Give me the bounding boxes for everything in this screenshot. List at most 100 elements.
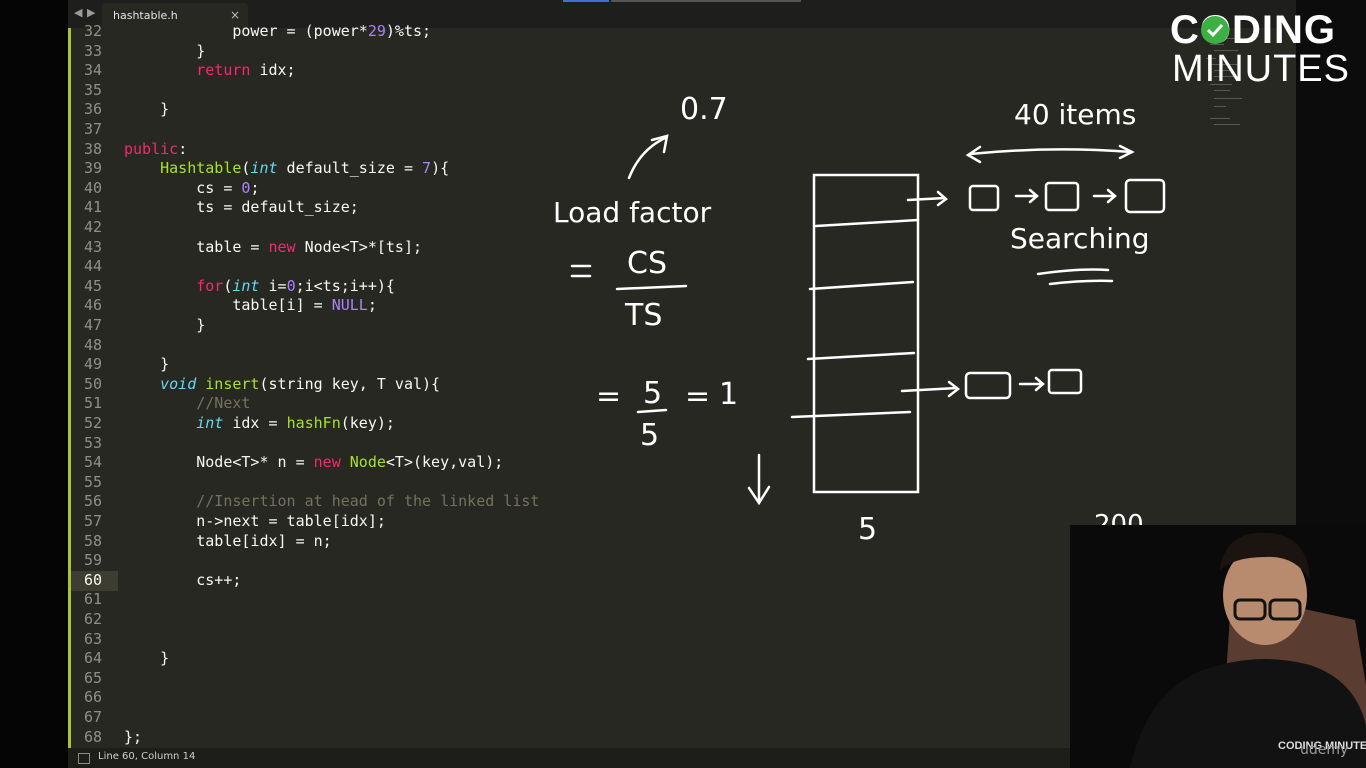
code-line[interactable]: cs = 0; xyxy=(124,179,259,199)
equals-sign: = xyxy=(685,379,711,414)
logo-check-icon xyxy=(1201,16,1229,44)
presenter-video: CODING MINUTES xyxy=(1070,525,1366,768)
code-line[interactable]: //Insertion at head of the linked list xyxy=(124,492,539,512)
code-token: n->next = table[idx]; xyxy=(124,512,386,530)
code-line[interactable]: } xyxy=(124,42,205,62)
code-line[interactable]: table = new Node<T>*[ts]; xyxy=(124,238,422,258)
code-line[interactable]: for(int i=0;i<ts;i++){ xyxy=(124,277,395,297)
code-line[interactable]: cs++; xyxy=(124,571,241,591)
code-token: int xyxy=(196,414,224,432)
code-token: int xyxy=(250,159,278,178)
code-token: (string key, T val){ xyxy=(259,374,441,393)
code-line[interactable]: } xyxy=(124,355,169,375)
code-line[interactable]: table[i] = NULL; xyxy=(124,296,377,316)
line-number: 47 xyxy=(83,316,102,334)
code-token: Node<T>*[ts]; xyxy=(295,237,423,256)
denominator: 5 xyxy=(640,418,660,453)
logo-text-bottom: MINUTES xyxy=(1172,48,1350,90)
code-token: table[idx] = n; xyxy=(124,531,332,550)
code-token: ts = default_size; xyxy=(124,198,359,217)
line-number: 32 xyxy=(83,22,102,40)
line-number: 38 xyxy=(83,139,102,158)
code-line[interactable]: int idx = hashFn(key); xyxy=(124,414,395,434)
code-token: table = xyxy=(124,237,269,256)
code-token: )%ts; xyxy=(385,22,432,40)
code-token: //Insertion at head of the linked list xyxy=(124,492,540,511)
searching-label: Searching xyxy=(1010,222,1150,255)
code-token: int xyxy=(232,276,260,295)
line-number: 65 xyxy=(83,668,102,687)
code-line[interactable]: } xyxy=(124,100,169,120)
line-number: 42 xyxy=(83,218,102,236)
code-token: default_size = xyxy=(277,159,423,178)
ts-label: TS xyxy=(625,298,663,333)
code-token: void xyxy=(160,374,197,393)
line-number: 35 xyxy=(83,80,102,99)
line-number: 59 xyxy=(83,551,102,570)
line-number: 43 xyxy=(83,237,102,256)
code-token: } xyxy=(124,649,170,668)
line-number: 67 xyxy=(83,708,102,726)
result-value: 1 xyxy=(719,377,739,412)
code-line[interactable]: Node<T>* n = new Node<T>(key,val); xyxy=(124,453,503,473)
back-arrow-icon[interactable]: ◀ xyxy=(74,6,82,19)
line-number: 57 xyxy=(83,512,102,530)
line-number: 39 xyxy=(83,159,102,178)
code-token: : xyxy=(178,139,188,158)
code-line[interactable]: Hashtable(int default_size = 7){ xyxy=(124,159,449,179)
code-line[interactable]: return idx; xyxy=(124,61,295,81)
code-line[interactable]: } xyxy=(124,316,205,336)
code-token: } xyxy=(124,355,170,374)
code-line[interactable]: void insert(string key, T val){ xyxy=(124,375,440,395)
code-token: (key); xyxy=(340,414,395,432)
code-token: } xyxy=(124,316,206,334)
line-number: 60 xyxy=(83,570,102,589)
line-number: 52 xyxy=(83,414,102,432)
logo-text-top: CODING xyxy=(1170,8,1336,52)
code-line[interactable]: public: xyxy=(124,140,187,160)
code-line[interactable]: } xyxy=(124,649,169,669)
code-token: 0 xyxy=(286,276,296,295)
code-line[interactable]: n->next = table[idx]; xyxy=(124,512,386,532)
code-token: i= xyxy=(259,276,287,295)
topbar-line xyxy=(611,0,801,2)
code-token: 7 xyxy=(422,159,432,178)
line-number: 41 xyxy=(83,198,102,217)
git-change-marker xyxy=(68,28,71,748)
line-number: 33 xyxy=(83,41,102,60)
line-number: 50 xyxy=(83,374,102,393)
cs-label: CS xyxy=(627,246,667,281)
forward-arrow-icon[interactable]: ▶ xyxy=(87,6,95,19)
code-line[interactable]: }; xyxy=(124,728,142,748)
close-icon[interactable]: × xyxy=(230,8,240,22)
line-number: 34 xyxy=(83,61,102,80)
numerator: 5 xyxy=(643,376,663,411)
line-number: 55 xyxy=(83,472,102,491)
line-number: 45 xyxy=(83,276,102,295)
code-line[interactable]: power = (power*29)%ts; xyxy=(124,22,431,42)
line-number: 40 xyxy=(83,178,102,197)
cursor-position: Line 60, Column 14 xyxy=(98,751,196,762)
code-token: <T>(key,val); xyxy=(385,453,504,472)
table-size-label: 5 xyxy=(858,512,878,547)
line-number: 63 xyxy=(83,629,102,648)
code-token: new xyxy=(268,237,296,256)
code-line[interactable]: //Next xyxy=(124,394,250,414)
code-line[interactable]: table[idx] = n; xyxy=(124,531,332,552)
line-number: 64 xyxy=(83,649,102,668)
code-token: ){ xyxy=(431,159,450,178)
code-line[interactable]: ts = default_size; xyxy=(124,198,359,218)
code-token: insert xyxy=(205,374,260,393)
code-token: ;i<ts;i++){ xyxy=(295,276,395,295)
code-token: Hashtable xyxy=(160,159,242,178)
code-token: //Next xyxy=(124,394,251,413)
code-token: cs++; xyxy=(124,570,242,589)
code-token: } xyxy=(124,41,206,60)
code-token: for xyxy=(196,276,224,295)
panel-toggle-icon[interactable] xyxy=(78,753,90,764)
